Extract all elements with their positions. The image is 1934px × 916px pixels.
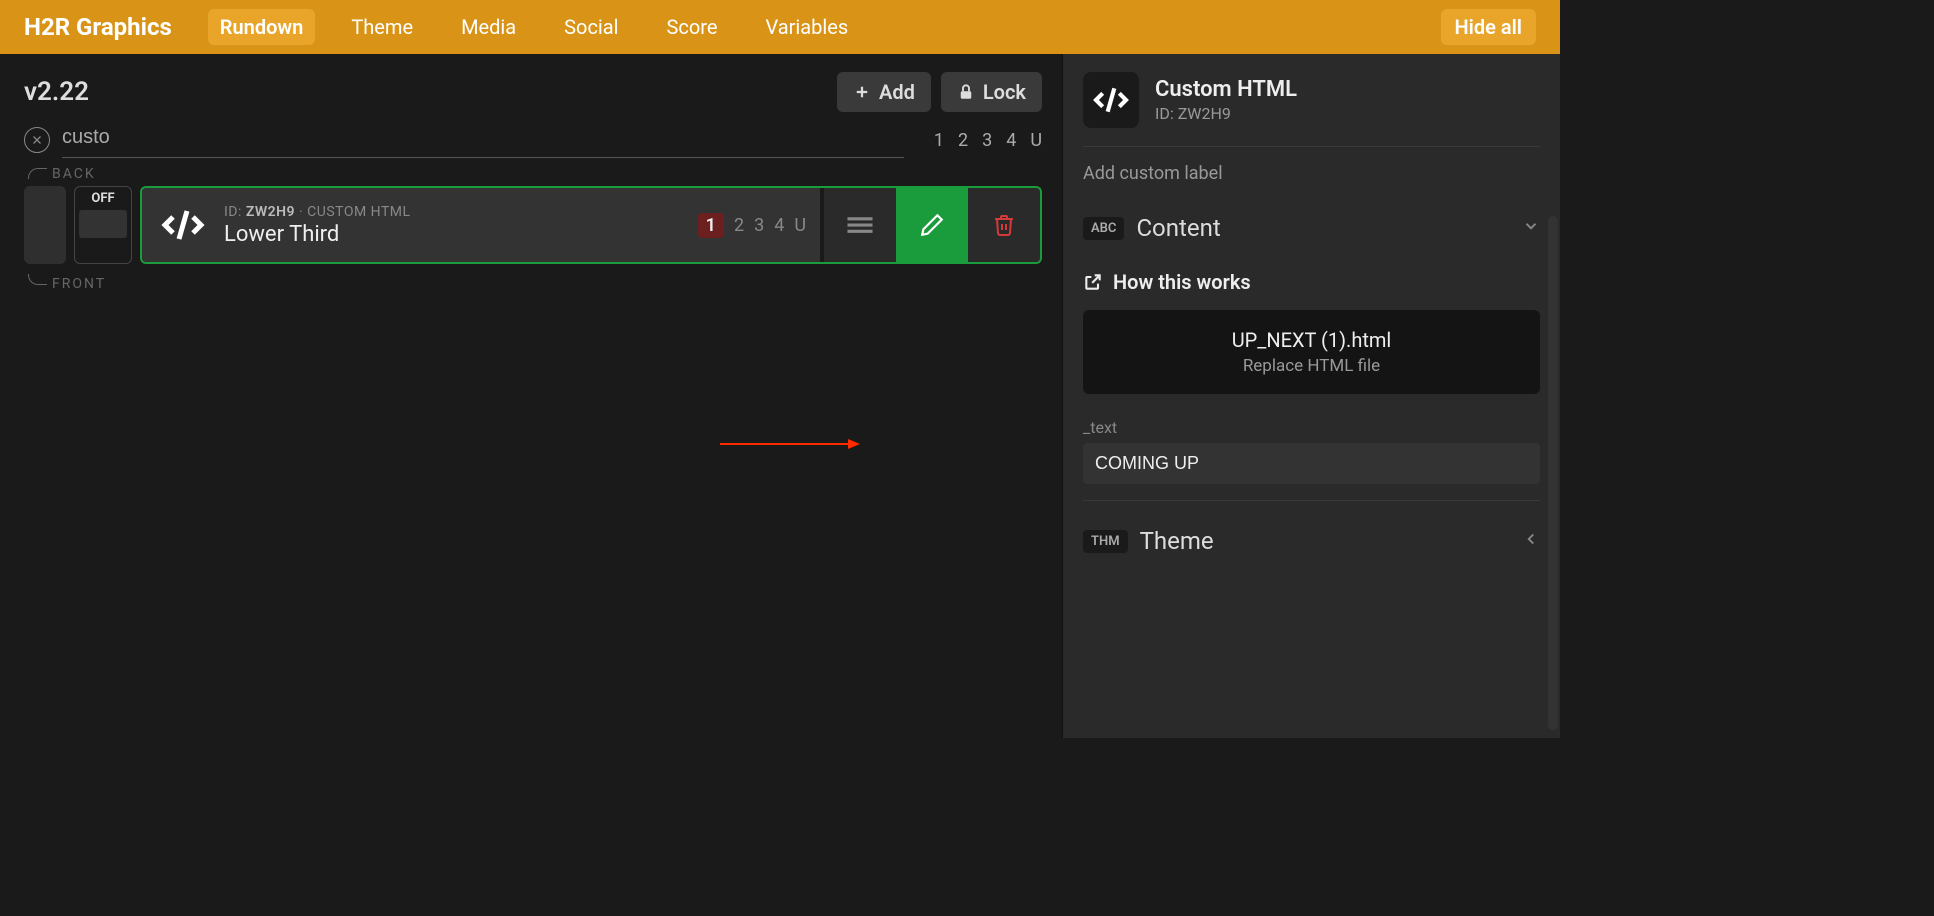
hide-all-button[interactable]: Hide all [1441,9,1536,45]
panel-id: ID: ZW2H9 [1155,104,1297,123]
tab-score[interactable]: Score [655,9,730,45]
rundown-item-card[interactable]: ID: ZW2H9 · CUSTOM HTML Lower Third 1 2 … [140,186,1042,264]
delete-button[interactable] [968,188,1040,262]
chevron-down-icon [1522,217,1540,239]
output-filter: 1 2 3 4 U [916,130,1042,151]
lock-label: Lock [983,80,1026,104]
tab-social[interactable]: Social [552,9,630,45]
theme-badge: THM [1083,530,1128,553]
item-off-toggle[interactable]: OFF [74,186,132,264]
output-1[interactable]: 1 [934,130,944,151]
properties-panel: Custom HTML ID: ZW2H9 Add custom label A… [1062,54,1560,738]
how-this-works-link[interactable]: How this works [1083,270,1540,294]
back-label: BACK [52,166,1042,182]
add-button[interactable]: Add [837,72,931,112]
panel-code-icon [1083,72,1139,128]
trash-icon [992,213,1016,237]
x-icon [31,134,43,146]
tab-rundown[interactable]: Rundown [208,9,316,45]
text-field-label: _text [1083,418,1540,437]
nav-tabs: Rundown Theme Media Social Score Variabl… [208,9,860,45]
front-label: FRONT [52,276,1042,292]
chevron-left-icon [1522,530,1540,552]
item-output-2[interactable]: 2 [734,215,744,236]
clear-search-button[interactable] [24,127,50,153]
item-output-3[interactable]: 3 [754,215,764,236]
content-section-title: Content [1136,214,1510,242]
output-u[interactable]: U [1030,130,1042,151]
item-main[interactable]: ID: ZW2H9 · CUSTOM HTML Lower Third 1 2 … [142,188,824,262]
annotation-arrow [720,434,860,454]
file-sub: Replace HTML file [1101,356,1522,376]
output-4[interactable]: 4 [1006,130,1016,151]
item-output-1[interactable]: 1 [698,213,724,238]
scrollbar[interactable] [1548,216,1558,730]
tab-variables[interactable]: Variables [753,9,860,45]
content-badge: ABC [1083,217,1124,240]
theme-section-toggle[interactable]: THM Theme [1083,517,1540,565]
panel-title: Custom HTML [1155,77,1297,102]
html-file-dropzone[interactable]: UP_NEXT (1).html Replace HTML file [1083,310,1540,394]
lock-icon [957,83,975,101]
plus-icon [853,83,871,101]
content-section-toggle[interactable]: ABC Content [1083,204,1540,252]
app-logo: H2R Graphics [24,13,172,41]
tab-media[interactable]: Media [449,9,528,45]
version-label: v2.22 [24,77,89,107]
pencil-icon [919,212,945,238]
item-outputs: 1 2 3 4 U [698,213,806,238]
off-label: OFF [91,191,114,206]
theme-section-title: Theme [1140,527,1510,555]
text-field-input[interactable] [1083,443,1540,484]
topbar: H2R Graphics Rundown Theme Media Social … [0,0,1560,54]
external-link-icon [1083,272,1103,292]
item-title: Lower Third [224,222,684,247]
item-thumb-blank[interactable] [24,186,66,264]
drag-handle[interactable] [824,188,896,262]
drag-icon [845,215,875,235]
rundown-item-row: OFF ID: ZW2H9 · CUSTOM HTML Lower Third [24,186,1042,264]
file-name: UP_NEXT (1).html [1101,328,1522,352]
rundown-panel: v2.22 Add Lock 1 2 3 4 [0,54,1062,738]
output-2[interactable]: 2 [958,130,968,151]
code-icon [156,198,210,252]
item-output-u[interactable]: U [794,215,806,236]
tab-theme[interactable]: Theme [339,9,425,45]
item-output-4[interactable]: 4 [774,215,784,236]
output-3[interactable]: 3 [982,130,992,151]
search-input[interactable] [62,122,904,158]
lock-button[interactable]: Lock [941,72,1042,112]
off-preview [79,210,127,238]
edit-button[interactable] [896,188,968,262]
item-meta: ID: ZW2H9 · CUSTOM HTML [224,204,684,220]
custom-label-input[interactable]: Add custom label [1083,163,1540,184]
add-label: Add [879,80,915,104]
